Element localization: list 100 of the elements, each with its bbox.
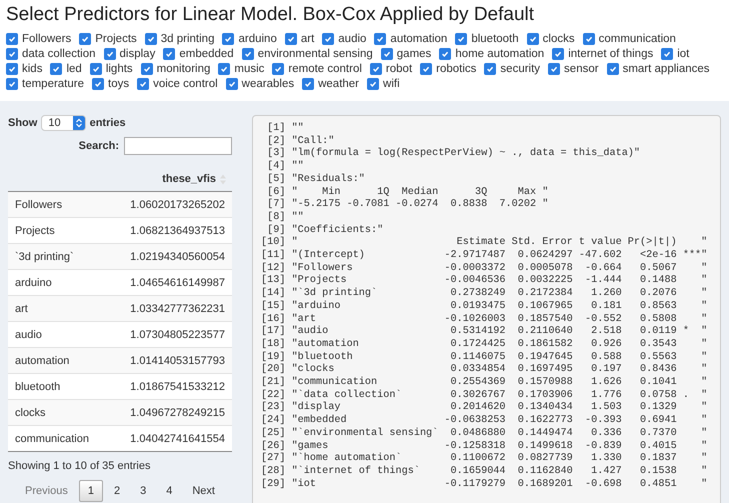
predictor-checkbox[interactable]: environmental sensing — [242, 47, 373, 61]
line-index: [27] — [261, 453, 286, 466]
predictor-checkbox[interactable]: kids — [6, 62, 42, 76]
checkbox-icon[interactable] — [272, 63, 284, 75]
line-index: [2] — [266, 136, 286, 148]
predictor-checkbox[interactable]: iot — [661, 47, 690, 61]
checkbox-icon[interactable] — [140, 63, 153, 75]
line-index: [9] — [266, 224, 286, 236]
checkbox-icon[interactable] — [6, 48, 18, 60]
checkbox-icon[interactable] — [548, 63, 560, 75]
predictor-checkbox[interactable]: embedded — [163, 47, 234, 61]
predictor-checkbox[interactable]: bluetooth — [455, 32, 519, 46]
checkbox-icon[interactable] — [606, 63, 619, 75]
output-line: "" — [292, 123, 304, 136]
checkbox-icon[interactable] — [526, 33, 539, 45]
checkbox-icon[interactable] — [6, 33, 18, 45]
checkbox-icon[interactable] — [242, 48, 254, 60]
predictor-checkbox[interactable]: home automation — [439, 47, 544, 61]
checkbox-icon[interactable] — [380, 48, 393, 60]
line-index: [20] — [261, 364, 286, 376]
predictor-checkbox[interactable]: lights — [90, 62, 133, 76]
search-field[interactable] — [124, 137, 232, 155]
predictor-checkbox[interactable]: wearables — [226, 77, 294, 91]
predictor-checkbox[interactable]: robot — [370, 62, 412, 76]
predictor-checkbox[interactable]: 3d printing — [144, 32, 214, 46]
checkbox-icon[interactable] — [218, 63, 230, 75]
predictor-checkbox[interactable]: monitoring — [140, 62, 210, 76]
predictor-checkbox[interactable]: weather — [302, 77, 360, 91]
table-cell: 1.01867541533212 — [108, 374, 232, 400]
checkbox-icon[interactable] — [226, 78, 238, 90]
page-button[interactable]: 2 — [104, 480, 130, 502]
predictor-checkbox[interactable]: data collection — [6, 47, 96, 61]
predictor-checkbox[interactable]: Projects — [79, 32, 137, 46]
checkbox-icon[interactable] — [439, 48, 452, 60]
line-index: [11] — [261, 250, 286, 262]
column-header[interactable]: these_vfis — [162, 173, 216, 185]
checkbox-icon[interactable] — [92, 78, 104, 90]
stepper-icon — [72, 116, 85, 130]
line-index: [18] — [261, 338, 286, 352]
checkbox-icon[interactable] — [420, 63, 432, 75]
checkbox-icon[interactable] — [552, 48, 564, 60]
checkbox-icon[interactable] — [163, 48, 176, 60]
line-index: [7] — [266, 199, 286, 212]
predictor-checkbox[interactable]: clocks — [526, 32, 575, 46]
predictor-checkbox[interactable]: temperature — [6, 77, 84, 91]
predictor-checkbox[interactable]: display — [104, 47, 156, 61]
predictor-checkbox[interactable]: sensor — [548, 62, 599, 76]
predictor-checkbox[interactable]: robotics — [420, 62, 476, 76]
output-line: "audio 0.5314192 0.2110640 2.518 0.0119 * " — [292, 326, 708, 338]
predictor-checkbox[interactable]: smart appliances — [606, 62, 710, 76]
predictor-checkbox[interactable]: Followers — [6, 32, 72, 46]
table-cell: `3d printing` — [8, 244, 108, 270]
page-button[interactable]: 4 — [157, 480, 182, 502]
checkbox-icon[interactable] — [6, 63, 18, 75]
checkbox-icon[interactable] — [79, 33, 92, 45]
predictor-checkbox[interactable]: internet of things — [552, 47, 654, 61]
predictor-checkbox[interactable]: audio — [322, 32, 366, 46]
predictor-checkbox[interactable]: voice control — [137, 77, 218, 91]
predictor-checkbox[interactable]: security — [484, 62, 540, 76]
predictor-checkbox[interactable]: art — [284, 32, 314, 46]
line-index: [14] — [261, 288, 286, 300]
checkbox-icon[interactable] — [104, 48, 116, 60]
checkbox-icon[interactable] — [370, 63, 382, 75]
predictor-checkbox[interactable]: remote control — [272, 62, 362, 76]
predictor-checkbox[interactable]: wifi — [367, 77, 400, 91]
table-cell: Projects — [8, 218, 108, 244]
table-cell: 1.04967278249215 — [108, 400, 232, 426]
predictor-checkbox[interactable]: communication — [582, 32, 676, 46]
table-cell: clocks — [8, 400, 108, 426]
line-index: [21] — [261, 377, 286, 390]
predictor-checkbox[interactable]: arduino — [222, 32, 277, 46]
predictor-checkbox[interactable]: games — [380, 47, 432, 61]
checkbox-icon[interactable] — [367, 78, 380, 90]
output-line: "`internet of things` 0.1659044 0.1162840 1.427 0.1538 " — [292, 466, 708, 478]
checkbox-icon[interactable] — [661, 48, 674, 60]
predictor-checkbox[interactable]: toys — [92, 77, 130, 91]
predictor-checkbox[interactable]: automation — [374, 32, 448, 46]
checkbox-icon[interactable] — [222, 33, 234, 45]
checkbox-icon[interactable] — [374, 33, 386, 45]
checkbox-icon[interactable] — [137, 78, 150, 90]
page-button[interactable]: 3 — [131, 480, 156, 502]
predictor-checkbox[interactable]: music — [218, 62, 264, 76]
next-button[interactable]: Next — [183, 480, 224, 502]
table-cell: 1.01414053157793 — [108, 348, 232, 374]
checkbox-icon[interactable] — [144, 33, 157, 45]
checkbox-icon[interactable] — [322, 33, 334, 45]
checkbox-icon[interactable] — [582, 33, 595, 45]
line-index: [13] — [261, 275, 286, 288]
page-length-select[interactable]: 10 — [41, 115, 86, 131]
checkbox-icon[interactable] — [455, 33, 468, 45]
checkbox-icon[interactable] — [50, 63, 62, 75]
checkbox-icon[interactable] — [6, 78, 18, 90]
predictor-checkbox[interactable]: led — [50, 62, 82, 76]
line-index: [6] — [266, 186, 286, 198]
checkbox-icon[interactable] — [302, 78, 314, 90]
line-index: [3] — [266, 148, 286, 160]
checkbox-icon[interactable] — [284, 33, 297, 45]
checkbox-icon[interactable] — [484, 63, 496, 75]
page-button[interactable]: 1 — [78, 480, 103, 502]
checkbox-icon[interactable] — [90, 63, 102, 75]
